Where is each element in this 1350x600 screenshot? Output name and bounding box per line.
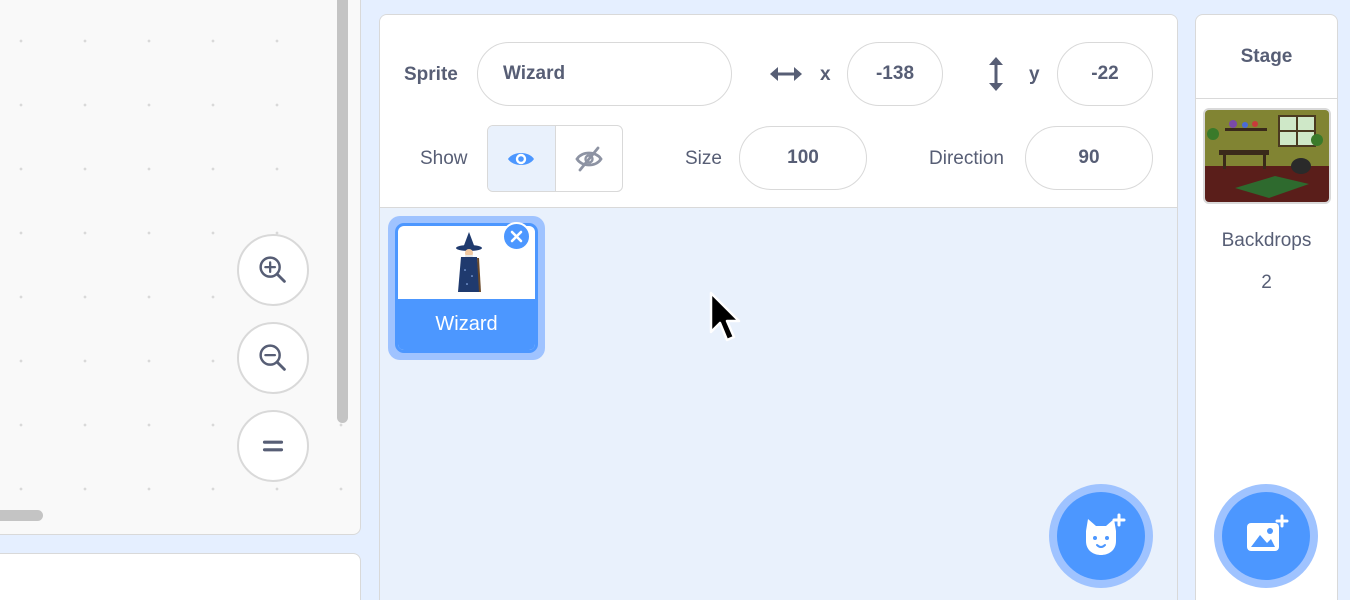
direction-label: Direction <box>929 148 1004 169</box>
hide-sprite-button[interactable] <box>554 126 623 191</box>
show-toggle-group <box>487 125 623 192</box>
x-position-field[interactable]: -138 <box>847 42 943 106</box>
zoom-in-button[interactable] <box>237 234 309 306</box>
x-label: x <box>820 64 831 85</box>
choose-sprite-button[interactable] <box>1057 492 1145 580</box>
eye-hidden-icon <box>575 146 603 171</box>
sprite-label: Sprite <box>404 64 458 85</box>
zoom-in-icon <box>259 256 286 283</box>
horizontal-scrollbar[interactable] <box>0 510 43 521</box>
sprite-tile-name: Wizard <box>398 299 535 350</box>
eye-icon <box>508 152 535 165</box>
choose-sprite-button-halo <box>1049 484 1153 588</box>
size-field[interactable]: 100 <box>739 126 867 190</box>
close-icon <box>510 230 523 243</box>
vertical-scrollbar[interactable] <box>337 0 348 423</box>
show-sprite-button[interactable] <box>488 126 555 191</box>
size-label: Size <box>685 148 722 169</box>
sprite-pane: Sprite Wizard x -138 y -22 Show Size 100… <box>379 14 1178 600</box>
choose-sprite-icon <box>1086 513 1126 555</box>
horizontal-arrows-icon <box>770 67 802 81</box>
reset-zoom-icon <box>262 440 284 452</box>
sprite-name-field[interactable]: Wizard <box>477 42 732 106</box>
choose-backdrop-icon <box>1247 514 1289 551</box>
y-position-field[interactable]: -22 <box>1057 42 1153 106</box>
delete-sprite-button[interactable] <box>502 222 531 251</box>
direction-field[interactable]: 90 <box>1025 126 1153 190</box>
backdrop-image <box>1205 110 1329 202</box>
show-label: Show <box>420 148 468 169</box>
y-label: y <box>1029 64 1040 85</box>
zoom-out-button[interactable] <box>237 322 309 394</box>
sprite-info-panel: Sprite Wizard x -138 y -22 Show Size 100… <box>380 15 1177 208</box>
backdrops-count: 2 <box>1261 272 1272 293</box>
stage-header: Stage <box>1196 15 1337 99</box>
sprite-tile-selected[interactable]: Wizard <box>388 216 545 360</box>
stage-pane: Stage Backdrops 2 <box>1195 14 1338 600</box>
zoom-out-icon <box>259 344 286 371</box>
backdrops-label: Backdrops <box>1221 230 1312 251</box>
choose-backdrop-button[interactable] <box>1222 492 1310 580</box>
reset-zoom-button[interactable] <box>237 410 309 482</box>
stage-thumbnail[interactable] <box>1203 108 1331 204</box>
code-workspace[interactable] <box>0 0 361 535</box>
wizard-sprite-image <box>455 232 482 293</box>
bottom-panel <box>0 553 361 600</box>
vertical-arrows-icon <box>989 57 1003 91</box>
choose-backdrop-button-halo <box>1214 484 1318 588</box>
mouse-cursor-icon <box>709 291 741 342</box>
